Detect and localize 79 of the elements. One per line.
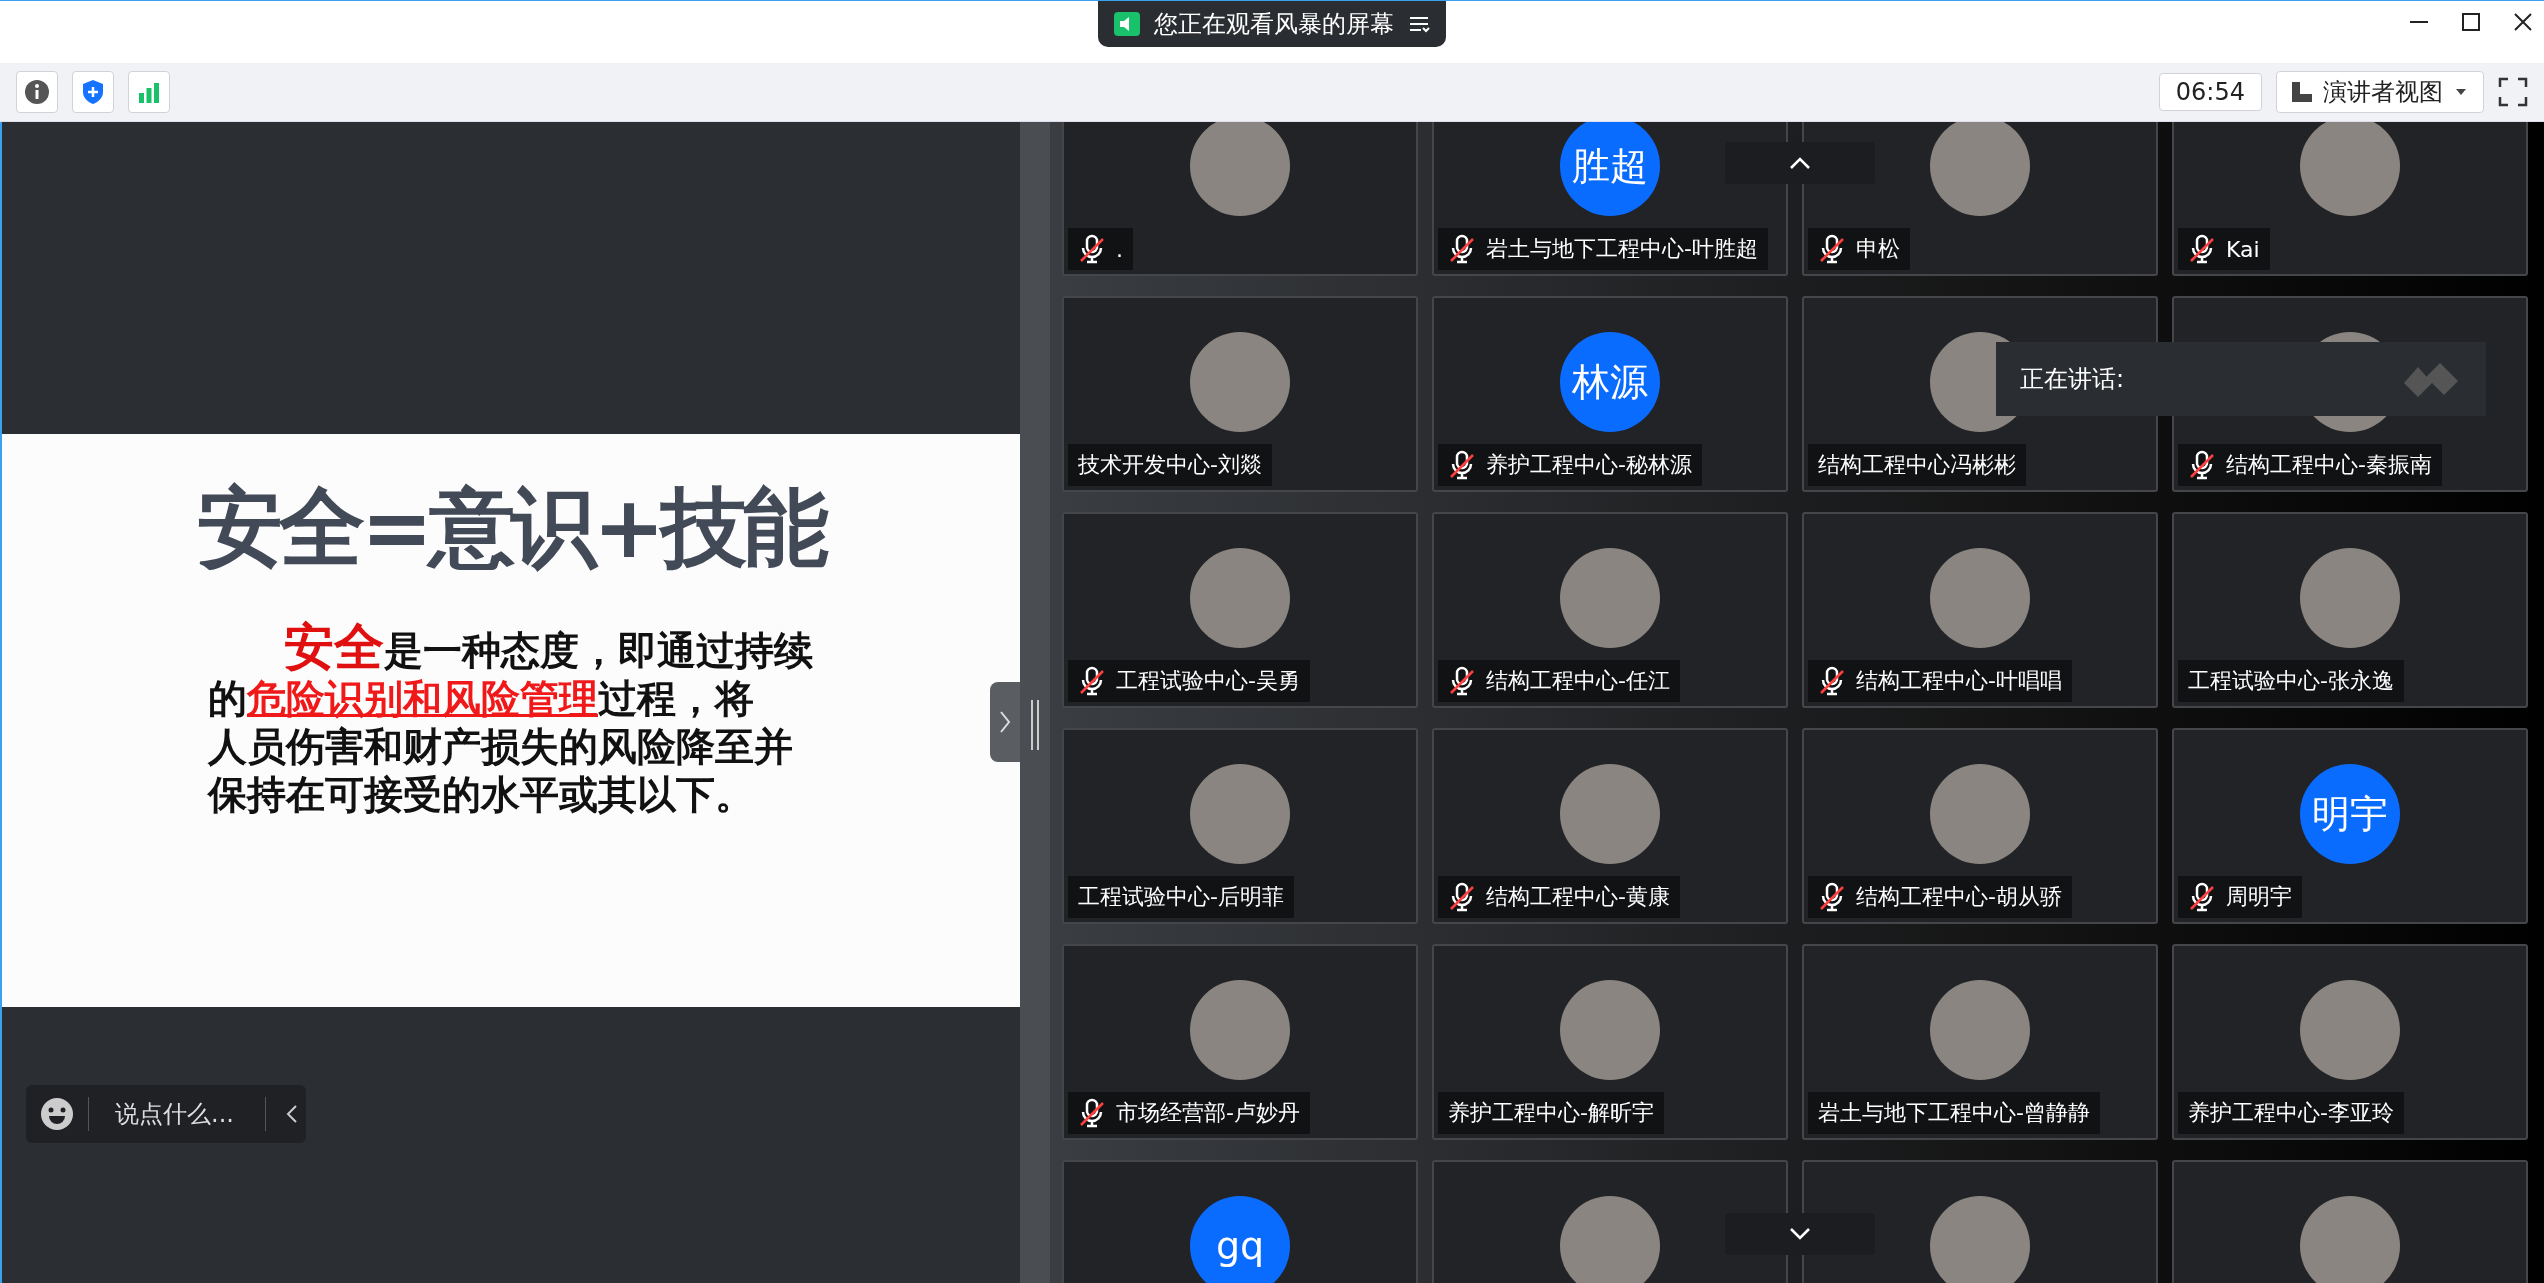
- participant-tile[interactable]: Kai: [2172, 122, 2528, 276]
- drag-grip-icon[interactable]: [1030, 700, 1040, 750]
- chat-input[interactable]: 说点什么...: [88, 1097, 266, 1131]
- participant-tile[interactable]: 林源 养护工程中心-秘林源: [1432, 296, 1788, 492]
- info-button[interactable]: [16, 71, 58, 113]
- slide-title: 安全=意识+技能: [196, 476, 826, 579]
- fullscreen-icon[interactable]: [2498, 77, 2528, 107]
- participant-tile[interactable]: .: [1062, 122, 1418, 276]
- initials-avatar: 林源: [1560, 332, 1660, 432]
- participant-tile[interactable]: 市场经营部-卢妙丹: [1062, 944, 1418, 1140]
- participant-name: Kai: [2226, 236, 2260, 262]
- muted-mic-icon: [1448, 450, 1476, 480]
- participant-name: 周明宇: [2226, 883, 2292, 911]
- participant-tile[interactable]: 明宇 周明宇: [2172, 728, 2528, 924]
- meeting-timer: 06:54: [2158, 73, 2262, 111]
- participant-tile[interactable]: 胜超 岩土与地下工程中心-叶胜超: [1432, 122, 1788, 276]
- participant-tile[interactable]: 结构工程中心-黄康: [1432, 728, 1788, 924]
- security-button[interactable]: [72, 71, 114, 113]
- muted-mic-icon: [2188, 450, 2216, 480]
- participant-name: 结构工程中心-黄康: [1486, 883, 1670, 911]
- chevron-up-icon: [1788, 156, 1812, 170]
- participant-name: 养护工程中心-李亚玲: [2188, 1099, 2394, 1127]
- close-icon[interactable]: [2512, 11, 2534, 33]
- signal-bars-icon: [137, 81, 161, 103]
- muted-mic-icon: [1818, 666, 1846, 696]
- emoji-icon[interactable]: [40, 1097, 74, 1131]
- participant-tile[interactable]: 结构工程中心-胡从骄: [1802, 728, 2158, 924]
- muted-mic-icon: [1078, 234, 1106, 264]
- chevron-down-icon: [1788, 1227, 1812, 1241]
- participant-name: 养护工程中心-秘林源: [1486, 451, 1692, 479]
- muted-mic-icon: [1818, 234, 1846, 264]
- participant-name: 岩土与地下工程中心-叶胜超: [1486, 235, 1758, 263]
- initials-avatar: 明宇: [2300, 764, 2400, 864]
- participant-name: 工程试验中心-后明菲: [1078, 883, 1284, 911]
- participant-name: 申松: [1856, 235, 1900, 263]
- chevron-right-icon: [998, 709, 1012, 735]
- muted-mic-icon: [1818, 882, 1846, 912]
- participant-tile[interactable]: 申松: [1802, 122, 2158, 276]
- muted-mic-icon: [1078, 1098, 1106, 1128]
- participant-tile[interactable]: 工程试验中心-张永逸: [2172, 512, 2528, 708]
- participant-name: 养护工程中心-解昕宇: [1448, 1099, 1654, 1127]
- muted-mic-icon: [1448, 234, 1476, 264]
- participant-name: 市场经营部-卢妙丹: [1116, 1099, 1300, 1127]
- muted-mic-icon: [1448, 666, 1476, 696]
- participant-tile[interactable]: 养护工程中心-李亚玲: [2172, 944, 2528, 1140]
- muted-mic-icon: [1448, 882, 1476, 912]
- speaker-icon: [1114, 12, 1140, 36]
- participant-tile[interactable]: 岩土与地下工程中心-曾静静: [1802, 944, 2158, 1140]
- participant-name: 技术开发中心-刘燚: [1078, 451, 1262, 479]
- banner-title: 您正在观看风暴的屏幕: [1154, 9, 1394, 40]
- participant-name: 结构工程中心-胡从骄: [1856, 883, 2062, 911]
- view-mode-dropdown[interactable]: 演讲者视图: [2276, 71, 2484, 113]
- participant-name: 岩土与地下工程中心-曾静静: [1818, 1099, 2090, 1127]
- speaking-label: 正在讲话:: [2020, 364, 2125, 395]
- info-icon: [24, 79, 50, 105]
- maximize-icon[interactable]: [2460, 11, 2482, 33]
- shield-icon: [81, 79, 105, 105]
- muted-mic-icon: [2188, 234, 2216, 264]
- muted-mic-icon: [1078, 666, 1106, 696]
- menu-icon[interactable]: [1408, 15, 1430, 33]
- participant-tile[interactable]: 工程试验中心-后明菲: [1062, 728, 1418, 924]
- participant-name: 结构工程中心-秦振南: [2226, 451, 2432, 479]
- initials-avatar: gq: [1190, 1196, 1290, 1283]
- participant-tile[interactable]: 技术开发中心-刘燚: [1062, 296, 1418, 492]
- caret-icon: [2453, 87, 2469, 97]
- participant-name: 工程试验中心-吴勇: [1116, 667, 1300, 695]
- participant-name: .: [1116, 236, 1123, 262]
- muted-mic-icon: [2188, 882, 2216, 912]
- participant-name: 结构工程中心-叶唱唱: [1856, 667, 2062, 695]
- participant-name: 工程试验中心-张永逸: [2188, 667, 2394, 695]
- participant-name: 结构工程中心冯彬彬: [1818, 451, 2016, 479]
- participant-tile[interactable]: 结构工程中心-叶唱唱: [1802, 512, 2158, 708]
- participant-tile[interactable]: 结构工程中心-任江: [1432, 512, 1788, 708]
- participant-tile[interactable]: gq: [1062, 1160, 1418, 1283]
- participant-name: 结构工程中心-任江: [1486, 667, 1670, 695]
- initials-avatar: 胜超: [1560, 122, 1660, 216]
- participant-tile[interactable]: 养护工程中心-解昕宇: [1432, 944, 1788, 1140]
- participant-tile[interactable]: 工程试验中心-吴勇: [1062, 512, 1418, 708]
- panel-toggle-handle[interactable]: [990, 682, 1020, 762]
